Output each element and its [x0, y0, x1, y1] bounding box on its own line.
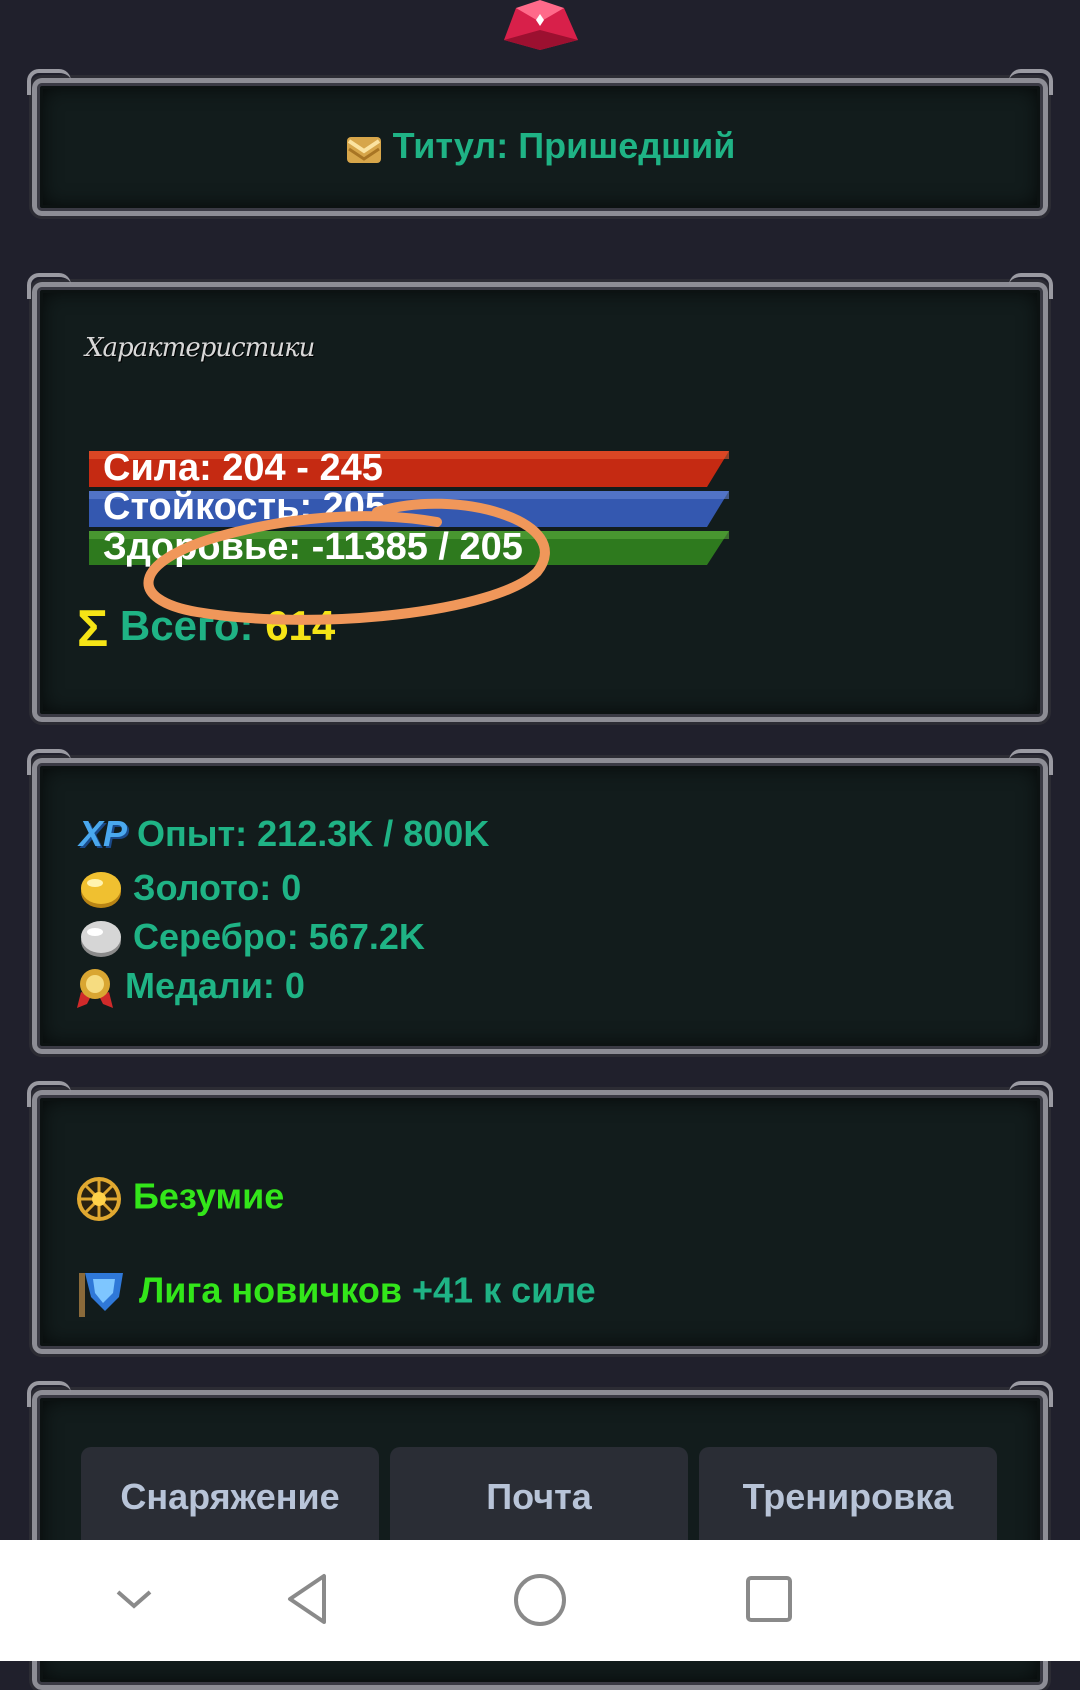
- medals-value: Медали: 0: [125, 965, 305, 1006]
- stats-panel: Характеристики Сила: 204 - 245 Стойкость…: [27, 273, 1053, 725]
- xp-row: XP Опыт: 212.3K / 800K: [79, 813, 489, 855]
- silver-coin-icon: [81, 921, 121, 958]
- envelope-badge-icon: [346, 137, 381, 164]
- league-name: Лига новичков: [139, 1269, 402, 1311]
- recents-icon[interactable]: [744, 1574, 794, 1624]
- madness-label: Безумие: [133, 1175, 285, 1217]
- status-panel: Безумие Лига новичков +41 к силе: [27, 1081, 1053, 1357]
- madness-row[interactable]: Безумие: [75, 1175, 284, 1223]
- home-icon[interactable]: [512, 1572, 568, 1628]
- league-banner-icon: [79, 1273, 123, 1317]
- xp-value: Опыт: 212.3K / 800K: [137, 813, 490, 854]
- medal-icon: [77, 969, 113, 1009]
- stats-heading: Характеристики: [85, 333, 315, 363]
- annotation-scribble: [143, 498, 550, 625]
- strength-stat: Сила: 204 - 245: [103, 447, 383, 489]
- gold-value: Золото: 0: [133, 867, 302, 908]
- league-bonus: +41 к силе: [412, 1269, 596, 1311]
- silver-value: Серебро: 567.2K: [133, 916, 425, 957]
- medals-row: Медали: 0: [75, 965, 305, 1010]
- title-panel: Титул: Пришедший: [27, 69, 1053, 219]
- player-title: Титул: Пришедший: [392, 125, 736, 166]
- back-icon[interactable]: [284, 1572, 332, 1626]
- gold-coin-icon: [81, 872, 121, 909]
- ruby-gem-icon: [504, 0, 578, 50]
- silver-row: Серебро: 567.2K: [79, 916, 425, 959]
- xp-icon: XP: [79, 813, 128, 854]
- sigma-icon: Σ: [77, 600, 109, 658]
- gold-row: Золото: 0: [79, 867, 301, 910]
- league-row[interactable]: Лига новичков +41 к силе: [75, 1267, 596, 1319]
- android-nav-bar: [0, 1540, 1080, 1661]
- resources-panel: XP Опыт: 212.3K / 800K Золото: 0 Серебро…: [27, 749, 1053, 1057]
- chevron-down-icon[interactable]: [112, 1584, 156, 1614]
- title-row: Титул: Пришедший: [37, 125, 1043, 167]
- madness-icon: [77, 1177, 121, 1221]
